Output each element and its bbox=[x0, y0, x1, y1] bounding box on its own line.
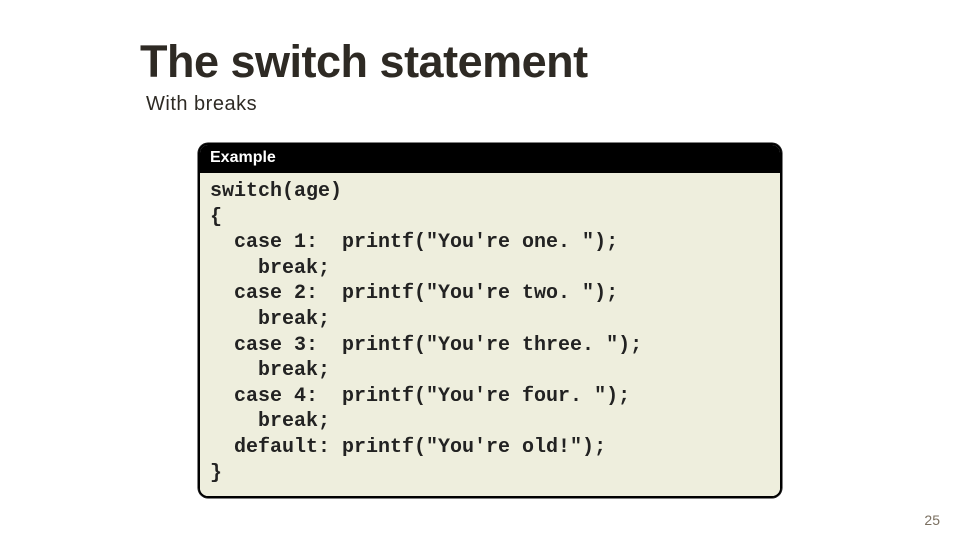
example-body: switch(age) { case 1: printf("You're one… bbox=[200, 173, 780, 496]
slide-subtitle: With breaks bbox=[146, 93, 257, 116]
slide: The switch statement With breaks Example… bbox=[0, 0, 960, 540]
example-box: Example switch(age) { case 1: printf("Yo… bbox=[198, 143, 782, 498]
page-number: 25 bbox=[924, 512, 940, 528]
example-header: Example bbox=[200, 145, 780, 173]
code-block: switch(age) { case 1: printf("You're one… bbox=[210, 179, 770, 486]
slide-title: The switch statement bbox=[140, 36, 588, 88]
